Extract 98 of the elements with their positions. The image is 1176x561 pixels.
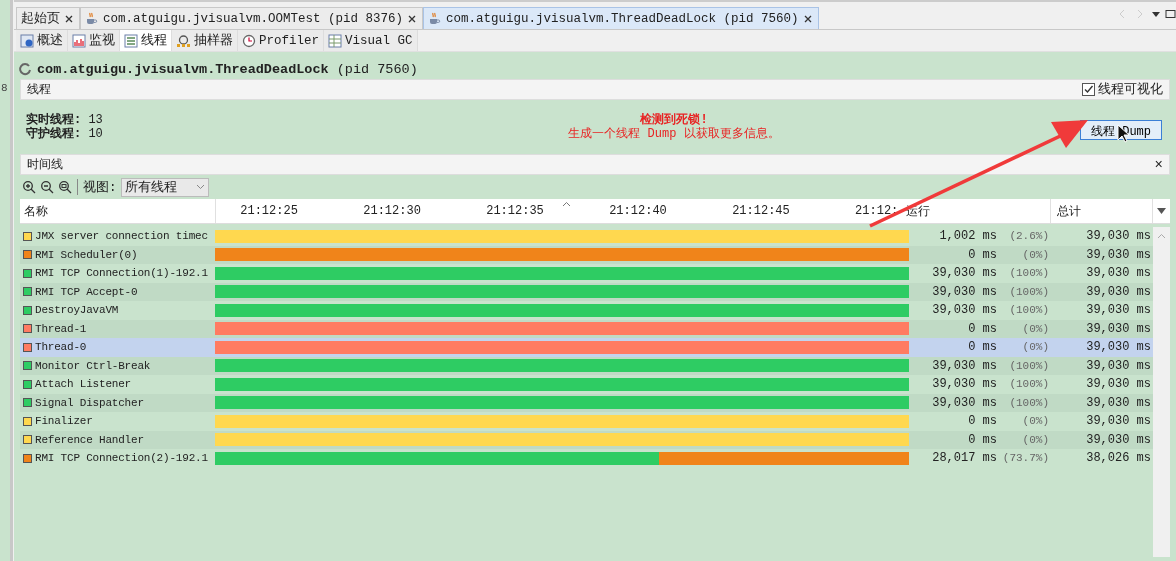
table-cell: 1,002 ms (939, 229, 997, 244)
info-icon (20, 33, 34, 48)
table-cell: 39,030 ms (932, 358, 997, 373)
thread-name[interactable]: Monitor Ctrl-Break (20, 356, 215, 375)
thread-name[interactable]: JMX server connection timec (20, 227, 215, 246)
thread-name[interactable]: Thread-0 (20, 338, 215, 357)
view-label: 视图: (83, 179, 117, 196)
time-tick: 21:12:30 (363, 204, 422, 218)
table-cell-text: 39,030 ms (1085, 302, 1152, 320)
thread-name[interactable]: RMI Scheduler(0) (20, 245, 215, 264)
table-cell: 39,030 ms (932, 395, 997, 410)
zoom-out-icon[interactable] (40, 180, 54, 194)
editor-tab[interactable]: com.atguigu.jvisualvm.ThreadDeadLock (pid 7560) (423, 7, 819, 29)
close-icon[interactable] (408, 14, 417, 23)
table-cell-text: 39,030 ms (1085, 246, 1152, 264)
thread-name[interactable]: RMI TCP Connection(1)-192.1 (20, 264, 215, 283)
thread-name[interactable]: Signal Dispatcher (20, 393, 215, 412)
table-cell-text: (2.6%) (1008, 230, 1049, 243)
table-icon (328, 33, 342, 48)
thread-name[interactable]: Thread-1 (20, 319, 215, 338)
table-cell: 39,030 ms (932, 284, 997, 299)
zoom-fit-icon[interactable] (58, 180, 72, 194)
table-cell-text: (100%) (1008, 378, 1049, 391)
table-cell-text: (100%) (1008, 359, 1049, 372)
table-cell: 39,030 ms (1055, 338, 1153, 357)
chevron-down-icon (195, 184, 205, 190)
deadlock-warning: 检测到死锁! (639, 113, 709, 127)
cut-label: 8 (1, 82, 8, 94)
view-tab[interactable]: Profiler (238, 30, 324, 51)
time-tick: 21:12:25 (240, 204, 299, 218)
table-cell-text: (0%) (1021, 322, 1049, 335)
time-tick: 21:12:35 (486, 204, 545, 218)
column-header[interactable]: 总计 (1051, 199, 1154, 223)
table-cell-text: 39,030 ms (1085, 228, 1152, 246)
view-tab[interactable]: 线程 (120, 30, 172, 51)
close-icon[interactable] (65, 14, 73, 23)
visualize-checkbox[interactable]: 线程可视化 (1082, 81, 1163, 98)
checkbox[interactable] (1082, 83, 1095, 96)
sampler-icon (176, 33, 191, 48)
table-cell-text: 39,030 ms (1085, 357, 1152, 375)
close-button[interactable]: × (1154, 156, 1163, 173)
table-cell-text: 39,030 ms (1085, 283, 1152, 301)
process-title: com.atguigu.jvisualvm.ThreadDeadLock (pid 7560) (37, 61, 418, 77)
table-cell-text: 39,030 ms (1085, 431, 1152, 449)
table-cell: 0 ms (968, 432, 997, 447)
column-menu-icon[interactable] (1157, 208, 1167, 214)
view-tab[interactable]: 抽样器 (172, 30, 238, 51)
view-tab[interactable]: Visual GC (324, 30, 418, 51)
view-tab[interactable]: 概述 (16, 30, 68, 51)
editor-tab[interactable]: 起始页 (16, 7, 80, 29)
table-cell: 39,030 ms (932, 303, 997, 318)
table-cell: 0 ms (968, 247, 997, 262)
time-tick: 21:12:40 (609, 204, 668, 218)
table-cell-text: 39,030 ms (1085, 413, 1152, 431)
section-title: 时间线 (27, 157, 63, 173)
table-cell-text: 38,026 ms (1085, 450, 1152, 468)
thread-name[interactable]: RMI TCP Accept-0 (20, 282, 215, 301)
loading-icon (18, 62, 32, 76)
table-cell-text: 39,030 ms (1085, 376, 1152, 394)
caret-icon[interactable] (562, 201, 572, 207)
time-tick: 21:12: (855, 204, 899, 218)
thread-stat: 守护线程: 10 (26, 127, 104, 141)
table-cell-text: (0%) (1021, 415, 1049, 428)
table-cell-text: 39,030 ms (1085, 265, 1152, 283)
thread-name[interactable]: DestroyJavaVM (20, 301, 215, 320)
chart-icon (72, 33, 86, 48)
thread-name[interactable]: Finalizer (20, 412, 215, 431)
table-cell-text: 39,030 ms (1085, 394, 1152, 412)
thread-name[interactable]: Attach Listener (20, 375, 215, 394)
time-tick: 21:12:45 (732, 204, 791, 218)
view-dropdown[interactable]: 所有线程 (120, 177, 209, 197)
table-cell-text: (0%) (1021, 433, 1049, 446)
table-cell: 39,030 ms (932, 266, 997, 281)
view-tab[interactable]: 监视 (68, 30, 120, 51)
thread-name[interactable]: Reference Handler (20, 430, 215, 449)
clock-icon (242, 33, 256, 48)
deadlock-message: 生成一个线程 Dump 以获取更多信息。 (567, 127, 781, 141)
section-title: 线程 (27, 82, 51, 98)
zoom-in-icon[interactable] (22, 180, 36, 194)
close-icon[interactable] (803, 14, 812, 23)
table-cell: 28,017 ms (932, 451, 997, 466)
table-cell-text: (0%) (1021, 248, 1049, 261)
table-cell-text: (100%) (1008, 285, 1049, 298)
table-cell: 0 ms (968, 340, 997, 355)
table-cell-text: (100%) (1008, 304, 1049, 317)
table-cell-text: (100%) (1008, 267, 1049, 280)
column-header[interactable]: 名称 (20, 199, 217, 223)
editor-tab[interactable]: com.atguigu.jvisualvm.OOMTest (pid 8376) (80, 7, 424, 29)
table-cell: (73.7%) (1001, 452, 1049, 465)
table-cell: 0 ms (968, 414, 997, 429)
table-cell-text: 39,030 ms (1085, 320, 1152, 338)
thread-stat: 实时线程: 13 (26, 113, 104, 127)
table-cell: 0 ms (968, 321, 997, 336)
thread-name[interactable]: RMI TCP Connection(2)-192.1 (20, 449, 215, 468)
table-cell: 39,030 ms (932, 377, 997, 392)
list-icon (124, 33, 138, 48)
table-cell-text: (0%) (1021, 341, 1049, 354)
table-cell-text: (100%) (1008, 396, 1049, 409)
